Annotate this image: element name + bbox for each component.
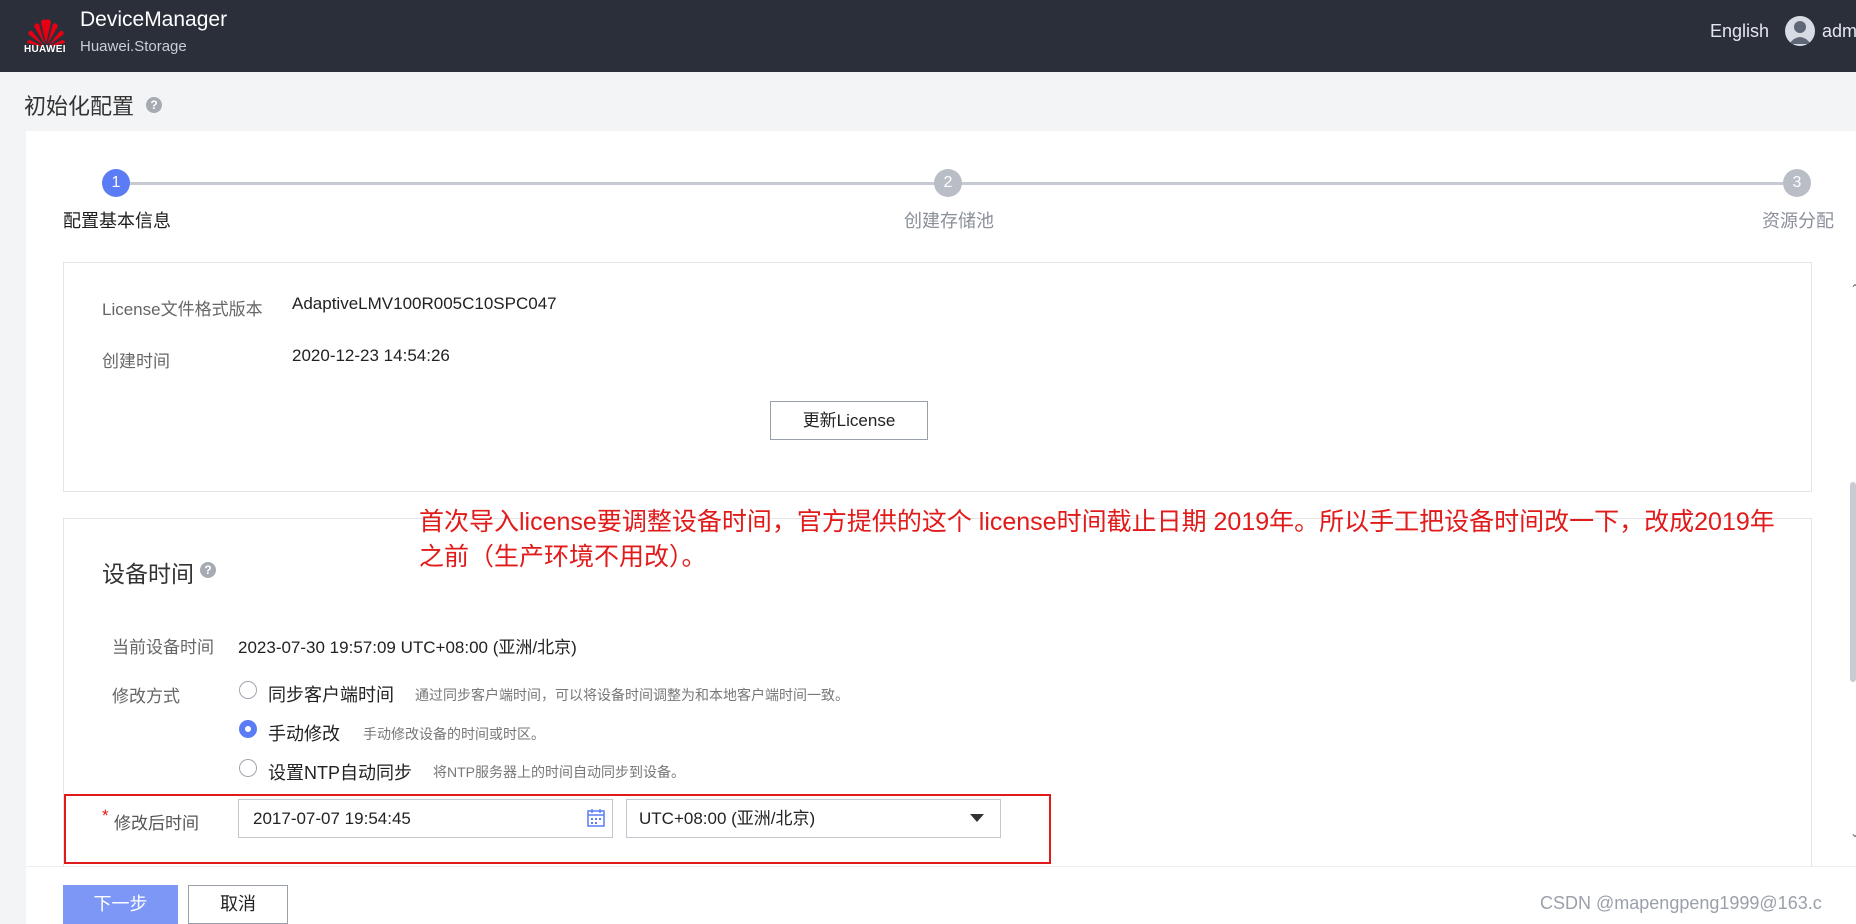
page-title: 初始化配置 (24, 94, 135, 119)
language-switch[interactable]: English (1710, 21, 1769, 42)
app-name: DeviceManager (80, 8, 228, 31)
app-subtitle: Huawei.Storage (80, 38, 187, 55)
step-3-indicator: 3 (1783, 169, 1811, 197)
scroll-up-icon[interactable]: ⌃ (1850, 282, 1856, 296)
modify-mode-label: 修改方式 (112, 687, 180, 706)
timezone-select[interactable]: UTC+08:00 (亚洲/北京) (626, 799, 1001, 838)
current-time-value: 2023-07-30 19:57:09 UTC+08:00 (亚洲/北京) (238, 638, 577, 657)
watermark: CSDN @mapengpeng1999@163.c (1540, 893, 1822, 913)
radio-manual-desc: 手动修改设备的时间或时区。 (363, 726, 545, 742)
license-created-value: 2020-12-23 14:54:26 (292, 346, 450, 365)
radio-ntp-desc: 将NTP服务器上的时间自动同步到设备。 (433, 764, 685, 780)
update-license-button[interactable]: 更新License (770, 401, 928, 440)
step-2-label: 创建存储池 (904, 211, 994, 231)
user-avatar-icon[interactable] (1785, 16, 1815, 46)
step-3-label: 资源分配 (1762, 211, 1834, 231)
radio-manual[interactable] (239, 720, 257, 738)
radio-sync-client-label[interactable]: 同步客户端时间 (268, 681, 394, 707)
scroll-down-icon[interactable]: ⌄ (1850, 826, 1856, 840)
radio-sync-client[interactable] (239, 681, 257, 699)
current-time-label: 当前设备时间 (112, 638, 214, 657)
calendar-icon[interactable] (586, 808, 606, 828)
required-mark: * (102, 806, 109, 825)
device-time-title: 设备时间 (102, 561, 194, 587)
brand-text: HUAWEI (24, 44, 66, 55)
new-time-label: 修改后时间 (114, 814, 199, 833)
radio-ntp[interactable] (239, 759, 257, 777)
next-button[interactable]: 下一步 (63, 885, 178, 924)
cancel-button[interactable]: 取消 (188, 885, 288, 924)
chevron-down-icon[interactable] (970, 814, 984, 822)
annotation-note: 首次导入license要调整设备时间，官方提供的这个 license时间截止日期… (419, 508, 1775, 571)
step-2-indicator: 2 (934, 169, 962, 197)
device-time-help-icon[interactable]: ? (200, 562, 216, 578)
license-format-label: License文件格式版本 (102, 300, 263, 319)
scrollbar-thumb[interactable] (1850, 482, 1856, 682)
radio-ntp-label[interactable]: 设置NTP自动同步 (268, 759, 412, 785)
step-1-label: 配置基本信息 (63, 211, 171, 231)
user-name[interactable]: adm (1822, 21, 1856, 42)
license-created-label: 创建时间 (102, 352, 170, 371)
license-format-value: AdaptiveLMV100R005C10SPC047 (292, 294, 557, 313)
new-time-input[interactable]: 2017-07-07 19:54:45 (238, 799, 613, 838)
top-bar: HUAWEI DeviceManager Huawei.Storage Engl… (0, 0, 1856, 72)
radio-manual-label[interactable]: 手动修改 (268, 720, 340, 746)
step-1-indicator: 1 (102, 169, 130, 197)
help-icon[interactable]: ? (146, 97, 162, 113)
radio-sync-client-desc: 通过同步客户端时间，可以将设备时间调整为和本地客户端时间一致。 (415, 687, 849, 703)
